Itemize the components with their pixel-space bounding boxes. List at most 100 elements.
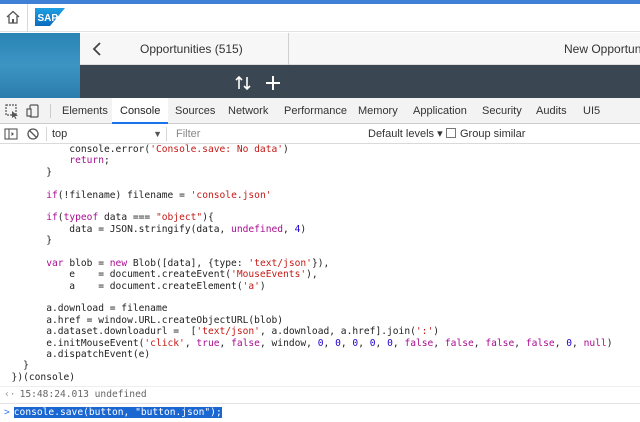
code-token: , bbox=[340, 337, 353, 349]
code-token: false bbox=[525, 337, 555, 349]
device-toolbar-icon[interactable] bbox=[26, 103, 42, 119]
code-token: e.initMouseEvent( bbox=[0, 337, 145, 349]
detail-title: New Opportunity bbox=[564, 42, 640, 56]
code-token: 'console.json' bbox=[190, 189, 272, 201]
code-token: true bbox=[196, 337, 220, 349]
code-token: blob = bbox=[63, 257, 110, 269]
code-token: 'text/json' bbox=[196, 326, 260, 338]
tab-application[interactable]: Application bbox=[413, 98, 467, 124]
context-selector[interactable]: top ▼ bbox=[52, 126, 162, 142]
code-line: a.download = filename bbox=[0, 303, 640, 314]
inspect-element-icon[interactable] bbox=[4, 103, 20, 119]
code-token: , bbox=[473, 337, 486, 349]
log-levels-dropdown[interactable]: Default levels ▾ bbox=[368, 126, 443, 142]
code-line: if(!filename) filename = 'console.json' bbox=[0, 190, 640, 201]
tab-sources[interactable]: Sources bbox=[175, 98, 215, 124]
code-token: false bbox=[444, 337, 474, 349]
toolbar-divider bbox=[166, 127, 167, 141]
code-token: , bbox=[554, 337, 567, 349]
code-line: a.href = window.URL.createObjectURL(blob… bbox=[0, 315, 640, 326]
code-token: ) bbox=[606, 337, 613, 349]
code-token: } bbox=[0, 360, 29, 372]
app-left-strip bbox=[0, 33, 80, 98]
code-token: if bbox=[46, 212, 58, 224]
code-line: if(typeof data === "object"){ bbox=[0, 212, 640, 223]
code-line: console.error('Console.save: No data') bbox=[0, 144, 640, 155]
group-similar-checkbox[interactable] bbox=[446, 128, 456, 138]
code-token: a.href = window.URL.createObjectURL(blob… bbox=[0, 314, 284, 326]
code-token: console.error( bbox=[0, 144, 151, 155]
code-token: new bbox=[109, 257, 128, 269]
code-token: "object" bbox=[155, 212, 203, 224]
home-button[interactable] bbox=[2, 6, 24, 28]
code-line: } bbox=[0, 235, 640, 246]
code-token: a = document.createElement( bbox=[0, 280, 243, 292]
show-sidebar-icon[interactable] bbox=[4, 127, 18, 141]
code-line: return; bbox=[0, 155, 640, 166]
code-token: false bbox=[404, 337, 434, 349]
tab-ui5[interactable]: UI5 bbox=[583, 98, 600, 124]
code-token: , bbox=[219, 337, 232, 349]
context-dropdown-icon: ▼ bbox=[153, 129, 162, 139]
code-line: } bbox=[0, 360, 640, 371]
code-token: false bbox=[231, 337, 260, 349]
code-line: a.dispatchEvent(e) bbox=[0, 349, 640, 360]
code-token: , bbox=[283, 223, 295, 235]
home-icon bbox=[6, 10, 20, 24]
result-marker: ‹· bbox=[4, 389, 16, 400]
code-line: a = document.createElement('a') bbox=[0, 281, 640, 292]
code-token: , bbox=[358, 337, 370, 349]
code-token: , bbox=[375, 337, 388, 349]
add-icon[interactable] bbox=[264, 74, 282, 92]
tab-performance[interactable]: Performance bbox=[284, 98, 347, 124]
tab-network[interactable]: Network bbox=[228, 98, 268, 124]
code-token: ; bbox=[103, 155, 110, 167]
code-line: var blob = new Blob([data], {type: 'text… bbox=[0, 258, 640, 269]
code-token: 'text/json' bbox=[248, 257, 312, 269]
code-token: (!filename) filename = bbox=[57, 189, 191, 201]
group-similar-toggle[interactable]: Group similar bbox=[446, 126, 525, 142]
code-token: , bbox=[514, 337, 526, 349]
shell-header: SAP bbox=[0, 4, 640, 32]
console-result-line: ‹· 15:48:24.013 undefined bbox=[0, 386, 640, 402]
clear-console-icon[interactable] bbox=[26, 127, 40, 141]
tab-audits[interactable]: Audits bbox=[536, 98, 567, 124]
console-prompt[interactable]: > console.save(button, "button.json"); bbox=[0, 403, 640, 421]
back-icon[interactable] bbox=[88, 39, 108, 59]
code-token: ) bbox=[300, 223, 307, 235]
code-token: 'Console.save: No data' bbox=[150, 144, 284, 155]
console-filter-input[interactable] bbox=[172, 126, 362, 142]
code-token: 'click' bbox=[144, 337, 185, 349]
code-token: ) bbox=[283, 144, 289, 155]
console-input-text[interactable]: console.save(button, "button.json"); bbox=[13, 407, 222, 418]
code-token: e = document.createEvent( bbox=[0, 269, 232, 281]
tab-console[interactable]: Console bbox=[112, 98, 169, 124]
code-token: , window, bbox=[259, 337, 318, 349]
tab-memory[interactable]: Memory bbox=[358, 98, 398, 124]
code-token: a.dispatchEvent(e) bbox=[0, 349, 151, 361]
console-output[interactable]: console.error('Console.save: No data') r… bbox=[0, 144, 640, 422]
code-token: if bbox=[46, 189, 58, 201]
devtools-tab-bar: Elements Console Sources Network Perform… bbox=[0, 98, 640, 124]
code-token: })(console) bbox=[0, 371, 76, 383]
code-token: , bbox=[392, 337, 405, 349]
code-token: , bbox=[323, 337, 336, 349]
master-title: Opportunities (515) bbox=[140, 42, 243, 56]
code-token: false bbox=[485, 337, 515, 349]
code-token: , bbox=[433, 337, 445, 349]
sort-icon[interactable] bbox=[234, 74, 252, 92]
tab-security[interactable]: Security bbox=[482, 98, 522, 124]
code-token: , bbox=[572, 337, 584, 349]
tab-bar-divider bbox=[50, 104, 51, 118]
sap-logo[interactable]: SAP bbox=[35, 8, 65, 26]
code-token: data = JSON.stringify(data, bbox=[0, 223, 232, 235]
code-token: null bbox=[583, 337, 607, 349]
tab-elements[interactable]: Elements bbox=[62, 98, 108, 124]
context-selector-value: top bbox=[52, 128, 68, 140]
